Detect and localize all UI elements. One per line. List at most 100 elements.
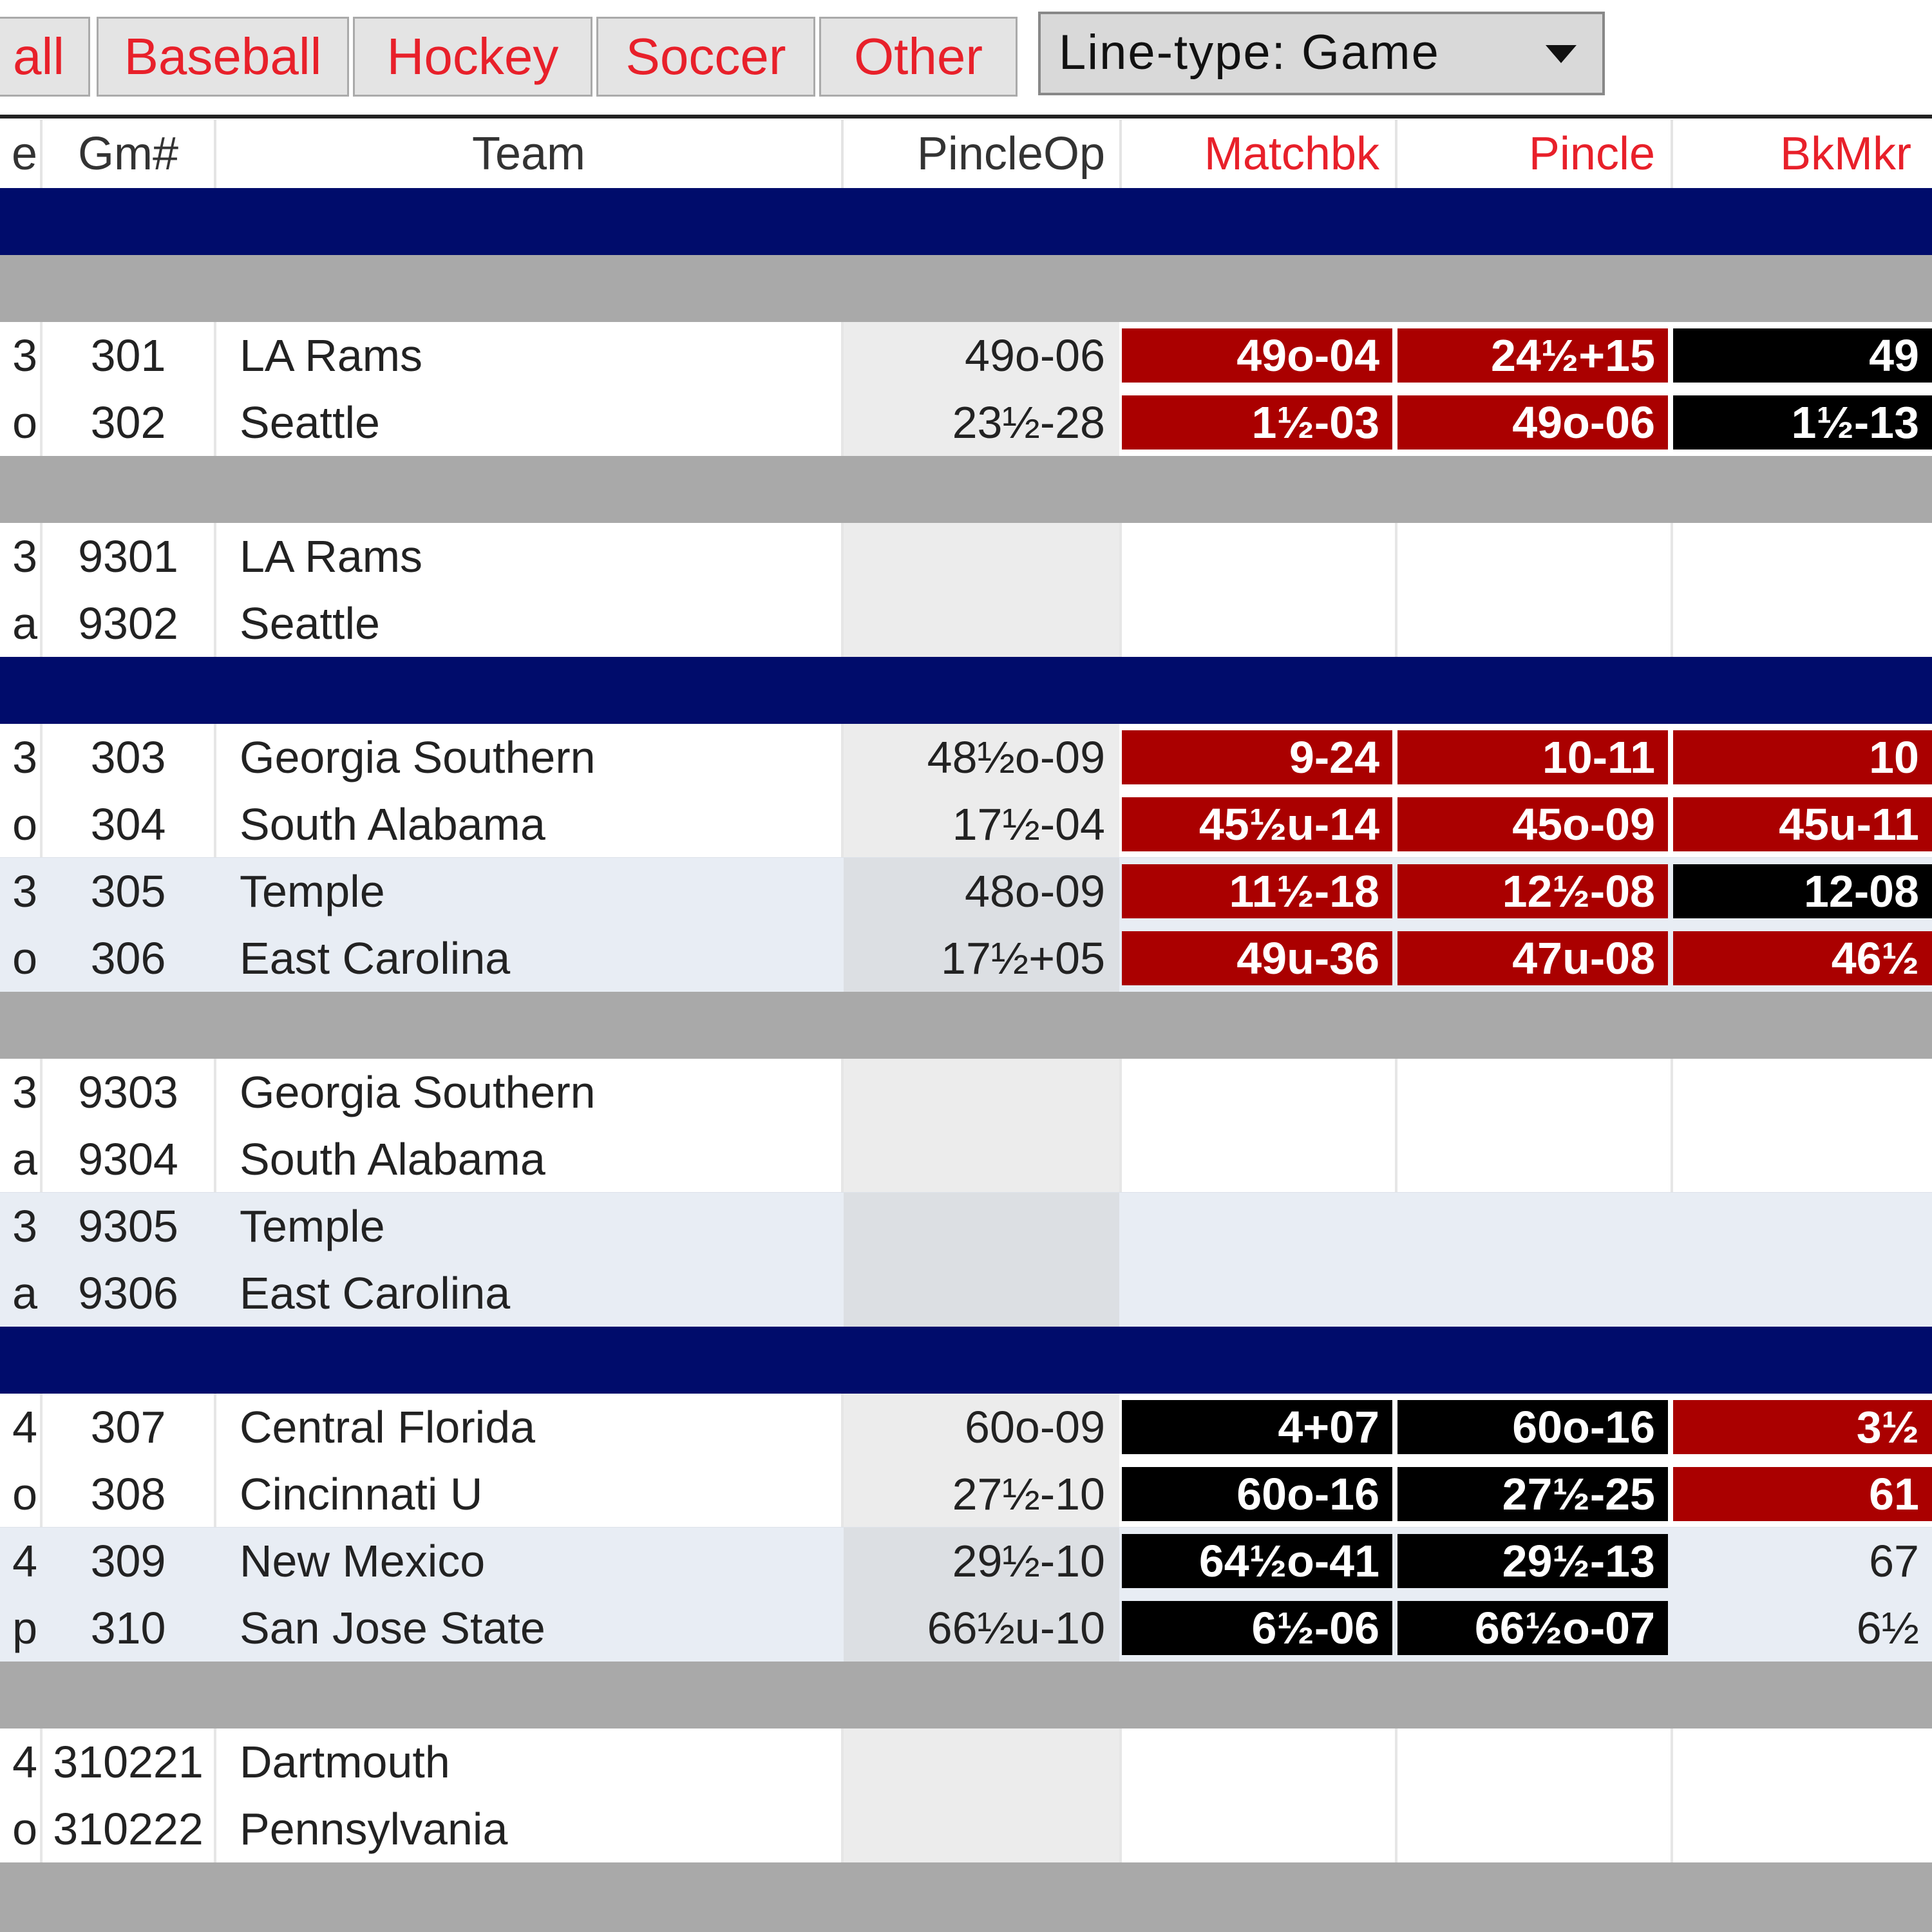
odds-pinnacle[interactable]: 27½-25 (1397, 1467, 1668, 1521)
row-pincle-open: 60o-09 (844, 1394, 1119, 1461)
row-game-number: 9302 (78, 598, 178, 649)
odds-bookmaker[interactable]: 10 (1673, 730, 1932, 784)
odds-pinnacle[interactable]: 47u-08 (1397, 931, 1668, 985)
tab-hockey[interactable]: Hockey (353, 17, 592, 97)
table-row[interactable]: a 9302 Seattle (0, 590, 1932, 657)
table-row[interactable]: 4 307 Central Florida 60o-09 4+07 60o-16… (0, 1394, 1932, 1461)
odds-bookmaker[interactable]: 46½ (1673, 931, 1932, 985)
row-pincle-open (844, 1795, 1119, 1862)
header-team[interactable]: Team (216, 120, 841, 188)
table-row[interactable]: o 302 Seattle 23½-28 1½-03 49o-06 1½-13 (0, 389, 1932, 456)
row-team[interactable]: Seattle (216, 590, 841, 657)
header-bookmaker[interactable]: BkMkr (1673, 120, 1932, 188)
odds-matchbook[interactable]: 4+07 (1122, 1400, 1392, 1454)
odds-bookmaker[interactable]: 49 (1673, 328, 1932, 383)
row-game-number: 308 (90, 1469, 166, 1519)
table-row[interactable]: 3 305 Temple 48o-09 11½-18 12½-08 12-08 (0, 858, 1932, 925)
table-row[interactable]: 3 9301 LA Rams (0, 523, 1932, 590)
tab-baseball[interactable]: Baseball (97, 17, 349, 97)
table-row[interactable]: o 310222 Pennsylvania (0, 1795, 1932, 1862)
header-pincle-open[interactable]: PincleOp (844, 120, 1119, 188)
odds-pinnacle[interactable]: 45o-09 (1397, 797, 1668, 851)
row-pincle-open (844, 1193, 1119, 1260)
odds-matchbook[interactable]: 9-24 (1122, 730, 1392, 784)
odds-bookmaker[interactable]: 67 (1673, 1534, 1932, 1588)
odds-matchbook[interactable]: 6½-06 (1122, 1601, 1392, 1655)
row-team[interactable]: Georgia Southern (216, 1059, 841, 1126)
odds-bookmaker[interactable]: 12-08 (1673, 864, 1932, 918)
header-matchbook[interactable]: Matchbk (1122, 120, 1392, 188)
date-band (0, 1662, 1932, 1728)
row-team[interactable]: San Jose State (216, 1595, 841, 1662)
tab-football[interactable]: all (0, 17, 90, 97)
odds-pinnacle[interactable]: 66½o-07 (1397, 1601, 1668, 1655)
row-game-number: 305 (90, 866, 166, 916)
row-team[interactable]: East Carolina (216, 1260, 841, 1327)
odds-bookmaker[interactable]: 3½ (1673, 1400, 1932, 1454)
table-row[interactable]: o 304 South Alabama 17½-04 45½u-14 45o-0… (0, 791, 1932, 858)
row-team[interactable]: Central Florida (216, 1394, 841, 1461)
table-row[interactable]: 3 303 Georgia Southern 48½o-09 9-24 10-1… (0, 724, 1932, 791)
table-header: e Gm# Team PincleOp Matchbk Pincle BkMkr (0, 120, 1932, 188)
table-row[interactable]: 3 9303 Georgia Southern (0, 1059, 1932, 1126)
table-row[interactable]: a 9306 East Carolina (0, 1260, 1932, 1327)
odds-pinnacle[interactable]: 60o-16 (1397, 1400, 1668, 1454)
row-team[interactable]: South Alabama (216, 791, 841, 858)
row-game-number: 306 (90, 933, 166, 983)
tab-other[interactable]: Other (819, 17, 1018, 97)
odds-pinnacle[interactable]: 29½-13 (1397, 1534, 1668, 1588)
odds-pinnacle[interactable]: 12½-08 (1397, 864, 1668, 918)
header-pinnacle[interactable]: Pincle (1397, 120, 1668, 188)
row-pincle-open: 48½o-09 (844, 724, 1119, 791)
odds-pinnacle[interactable]: 10-11 (1397, 730, 1668, 784)
row-team[interactable]: Cincinnati U (216, 1461, 841, 1528)
odds-matchbook[interactable]: 49o-04 (1122, 328, 1392, 383)
table-row[interactable]: a 9304 South Alabama (0, 1126, 1932, 1193)
table-row[interactable]: 4 309 New Mexico 29½-10 64½o-41 29½-13 6… (0, 1528, 1932, 1595)
table-row[interactable]: o 306 East Carolina 17½+05 49u-36 47u-08… (0, 925, 1932, 992)
line-type-select[interactable]: Line-type: Game (1038, 12, 1605, 95)
tab-soccer[interactable]: Soccer (596, 17, 815, 97)
table-row[interactable]: o 308 Cincinnati U 27½-10 60o-16 27½-25 … (0, 1461, 1932, 1528)
table-row[interactable]: p 310 San Jose State 66½u-10 6½-06 66½o-… (0, 1595, 1932, 1662)
row-date: 4 (12, 1536, 37, 1586)
row-team[interactable]: Temple (216, 858, 841, 925)
table-row[interactable]: 3 9305 Temple (0, 1193, 1932, 1260)
table-row[interactable]: 4 310221 Dartmouth (0, 1728, 1932, 1795)
row-team[interactable]: LA Rams (216, 523, 841, 590)
row-date: 3 (12, 1201, 37, 1251)
row-pincle-open (844, 1059, 1119, 1126)
row-team[interactable]: Pennsylvania (216, 1795, 841, 1862)
row-game-number: 310222 (53, 1804, 204, 1854)
odds-pinnacle[interactable]: 49o-06 (1397, 395, 1668, 450)
header-divider (0, 115, 1932, 118)
row-game-number: 9306 (78, 1268, 178, 1318)
odds-bookmaker[interactable]: 6½ (1673, 1601, 1932, 1655)
odds-bookmaker[interactable]: 1½-13 (1673, 395, 1932, 450)
odds-matchbook[interactable]: 60o-16 (1122, 1467, 1392, 1521)
row-team[interactable]: Dartmouth (216, 1728, 841, 1795)
odds-bookmaker[interactable]: 61 (1673, 1467, 1932, 1521)
row-date: 3 (12, 732, 37, 782)
row-team[interactable]: South Alabama (216, 1126, 841, 1193)
row-team[interactable]: Georgia Southern (216, 724, 841, 791)
row-team[interactable]: Seattle (216, 389, 841, 456)
table-row[interactable]: 3 301 LA Rams 49o-06 49o-04 24½+15 49 (0, 322, 1932, 389)
header-date[interactable]: e (0, 120, 40, 188)
odds-matchbook[interactable]: 11½-18 (1122, 864, 1392, 918)
odds-matchbook[interactable]: 1½-03 (1122, 395, 1392, 450)
odds-pinnacle[interactable]: 24½+15 (1397, 328, 1668, 383)
row-date: 3 (12, 330, 37, 381)
header-game-number[interactable]: Gm# (43, 120, 214, 188)
row-team[interactable]: East Carolina (216, 925, 841, 992)
odds-matchbook[interactable]: 64½o-41 (1122, 1534, 1392, 1588)
row-game-number: 310221 (53, 1737, 204, 1787)
row-team[interactable]: New Mexico (216, 1528, 841, 1595)
row-team[interactable]: LA Rams (216, 322, 841, 389)
row-date: 4 (12, 1402, 37, 1452)
row-team[interactable]: Temple (216, 1193, 841, 1260)
odds-matchbook[interactable]: 49u-36 (1122, 931, 1392, 985)
odds-matchbook[interactable]: 45½u-14 (1122, 797, 1392, 851)
odds-bookmaker[interactable]: 45u-11 (1673, 797, 1932, 851)
row-date: 4 (12, 1737, 37, 1787)
